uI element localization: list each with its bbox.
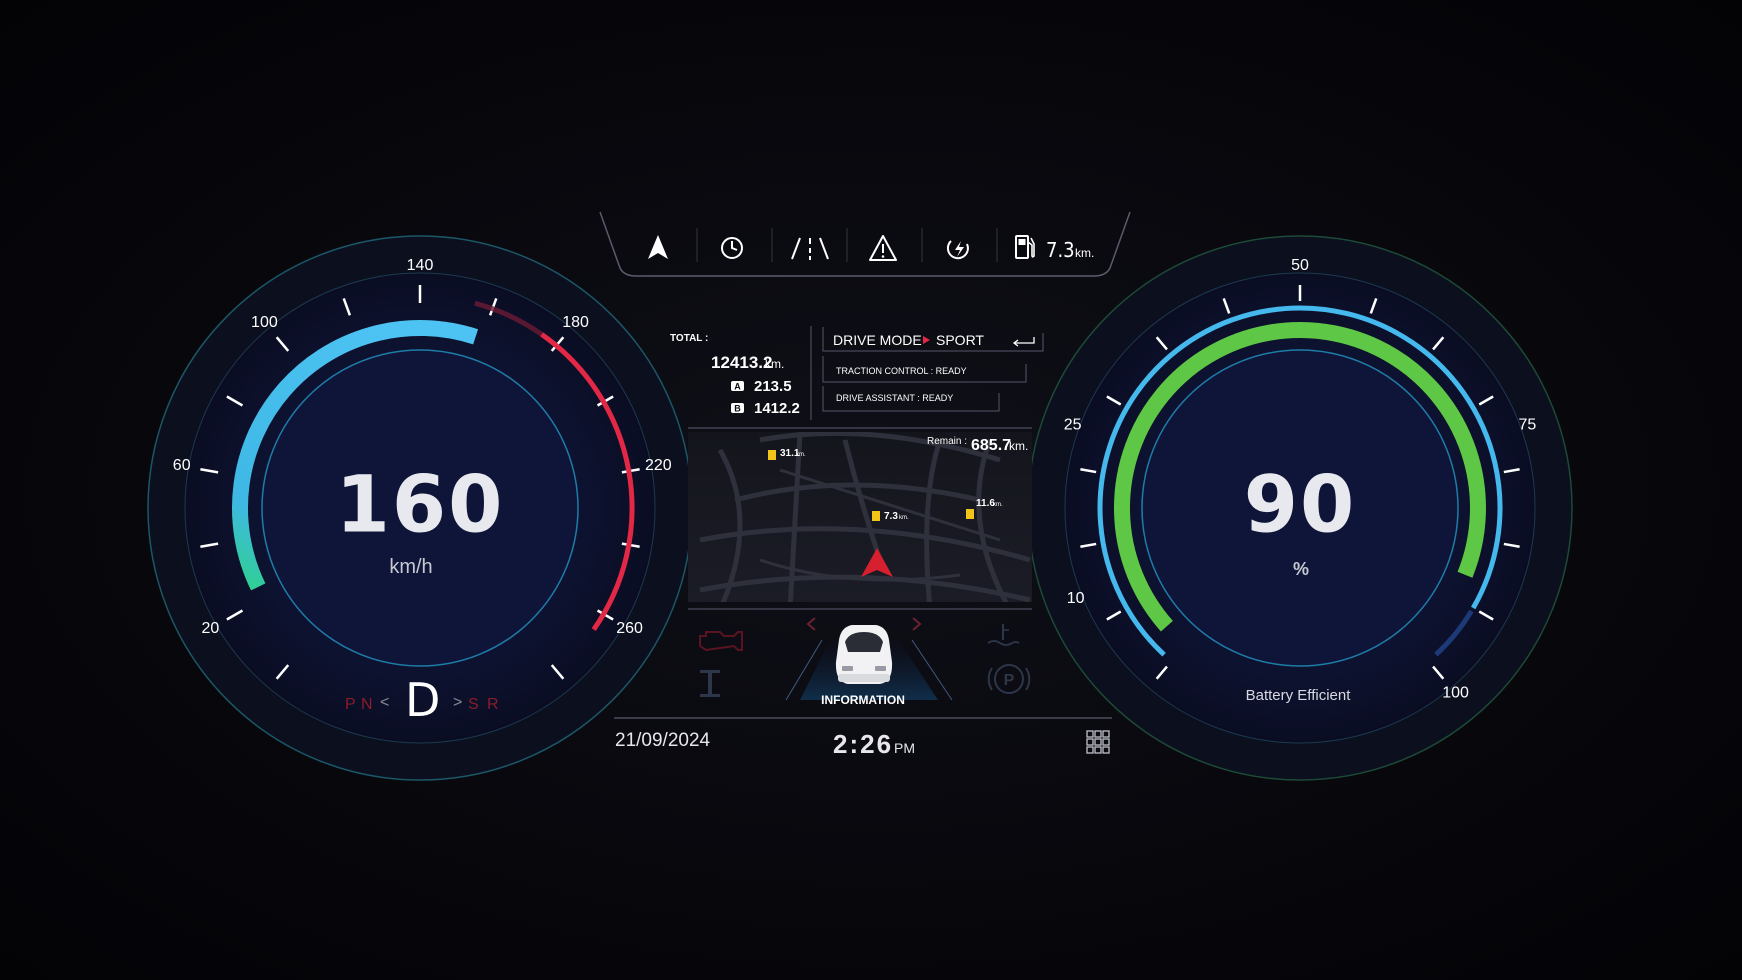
navigation-arrow-icon[interactable]	[648, 235, 668, 259]
station-unit: km.	[993, 502, 1003, 508]
drive-assistant-status: DRIVE ASSISTANT : READY	[836, 393, 953, 403]
return-icon[interactable]	[1012, 337, 1035, 347]
battery-tick-label: 100	[1442, 685, 1469, 702]
speed-tick-label: 60	[173, 457, 191, 474]
gear-p[interactable]: P	[345, 696, 356, 713]
drive-mode-label: DRIVE MODE	[833, 332, 922, 348]
time: 2:26	[833, 729, 893, 759]
date: 21/09/2024	[615, 730, 711, 751]
drive-mode-value: SPORT	[936, 332, 984, 348]
car-icon	[835, 625, 893, 684]
gear-r[interactable]: R	[487, 696, 499, 713]
remain-value: 685.7	[971, 437, 1011, 454]
battery-tick-label: 50	[1291, 257, 1309, 274]
gear-left-chevron: <	[380, 694, 389, 711]
trip-a-value: 213.5	[754, 378, 792, 395]
battery-tick-label: 25	[1064, 416, 1082, 433]
fuel-range-value: 7.3	[1046, 238, 1075, 262]
battery-tick-label: 10	[1067, 590, 1085, 607]
battery-tick-label: 75	[1519, 416, 1537, 433]
instrument-cluster: 20 60 100 140 180 220 260 160 km/h 10 25 50 75 100…	[145, 211, 1573, 783]
gear-s[interactable]: S	[468, 696, 479, 713]
navigation-map[interactable]: Remain : 685.7 km. 31.1 km. 7.3 km. 11.6…	[688, 432, 1032, 610]
charging-icon[interactable]	[946, 240, 969, 260]
gear-active[interactable]: D	[405, 673, 440, 727]
lane-assist-icon[interactable]	[791, 237, 829, 260]
remain-unit: km.	[1009, 439, 1028, 453]
grid-menu-icon[interactable]	[1086, 730, 1110, 754]
speed-tick-label: 140	[407, 257, 434, 274]
clock-icon[interactable]	[721, 237, 743, 259]
speed-tick-label: 20	[202, 620, 220, 637]
station-unit: km.	[796, 452, 806, 458]
status-bar: 21/09/2024 2:26 PM	[615, 729, 1110, 759]
trip-a-label: A	[734, 382, 741, 392]
drive-mode-arrow-icon	[923, 336, 930, 344]
trip-b-value: 1412.2	[754, 400, 800, 417]
total-value: 12413.2	[711, 353, 772, 372]
gear-n[interactable]: N	[361, 696, 373, 713]
total-label: TOTAL :	[670, 333, 708, 344]
trip-info: TOTAL : 12413.2 km. A 213.5 B 1412.2 DRI…	[670, 326, 1044, 420]
information-label: INFORMATION	[821, 693, 905, 707]
station-distance: 7.3	[884, 511, 898, 522]
station-unit: km.	[899, 515, 909, 521]
engine-warning-icon	[699, 631, 743, 652]
gear-right-chevron: >	[453, 694, 462, 711]
information-panel[interactable]: INFORMATION P	[699, 617, 1031, 707]
time-ampm: PM	[894, 740, 915, 756]
chassis-icon	[700, 670, 720, 697]
svg-text:P: P	[1004, 672, 1015, 689]
speed-tick-label: 260	[616, 620, 643, 637]
speed-tick-label: 180	[562, 314, 589, 331]
drive-mode-panel[interactable]: DRIVE MODE SPORT	[822, 327, 1044, 352]
speed-value: 160	[336, 460, 505, 550]
trip-b-label: B	[734, 404, 741, 414]
battery-label: Battery Efficient	[1246, 687, 1352, 704]
battery-unit: %	[1293, 559, 1309, 579]
remain-label: Remain :	[927, 436, 967, 447]
warning-icon[interactable]	[869, 235, 897, 261]
battery-value: 90	[1244, 460, 1357, 550]
fuel-range-unit: km.	[1075, 246, 1094, 260]
parking-brake-icon: P	[987, 664, 1031, 694]
traction-control-status: TRACTION CONTROL : READY	[836, 366, 967, 376]
speed-tick-label: 220	[645, 457, 672, 474]
speed-unit: km/h	[389, 556, 432, 578]
chevron-right-icon[interactable]	[912, 617, 922, 631]
battery-gauge: 10 25 50 75 100 90 % Battery Efficient	[1027, 235, 1573, 781]
fuel-pump-icon[interactable]	[1015, 235, 1035, 259]
top-bar: 7.3 km.	[599, 211, 1131, 277]
total-unit: km.	[765, 357, 784, 371]
coolant-temp-icon	[987, 624, 1020, 646]
speed-tick-label: 100	[251, 314, 278, 331]
chevron-left-icon[interactable]	[806, 617, 816, 631]
